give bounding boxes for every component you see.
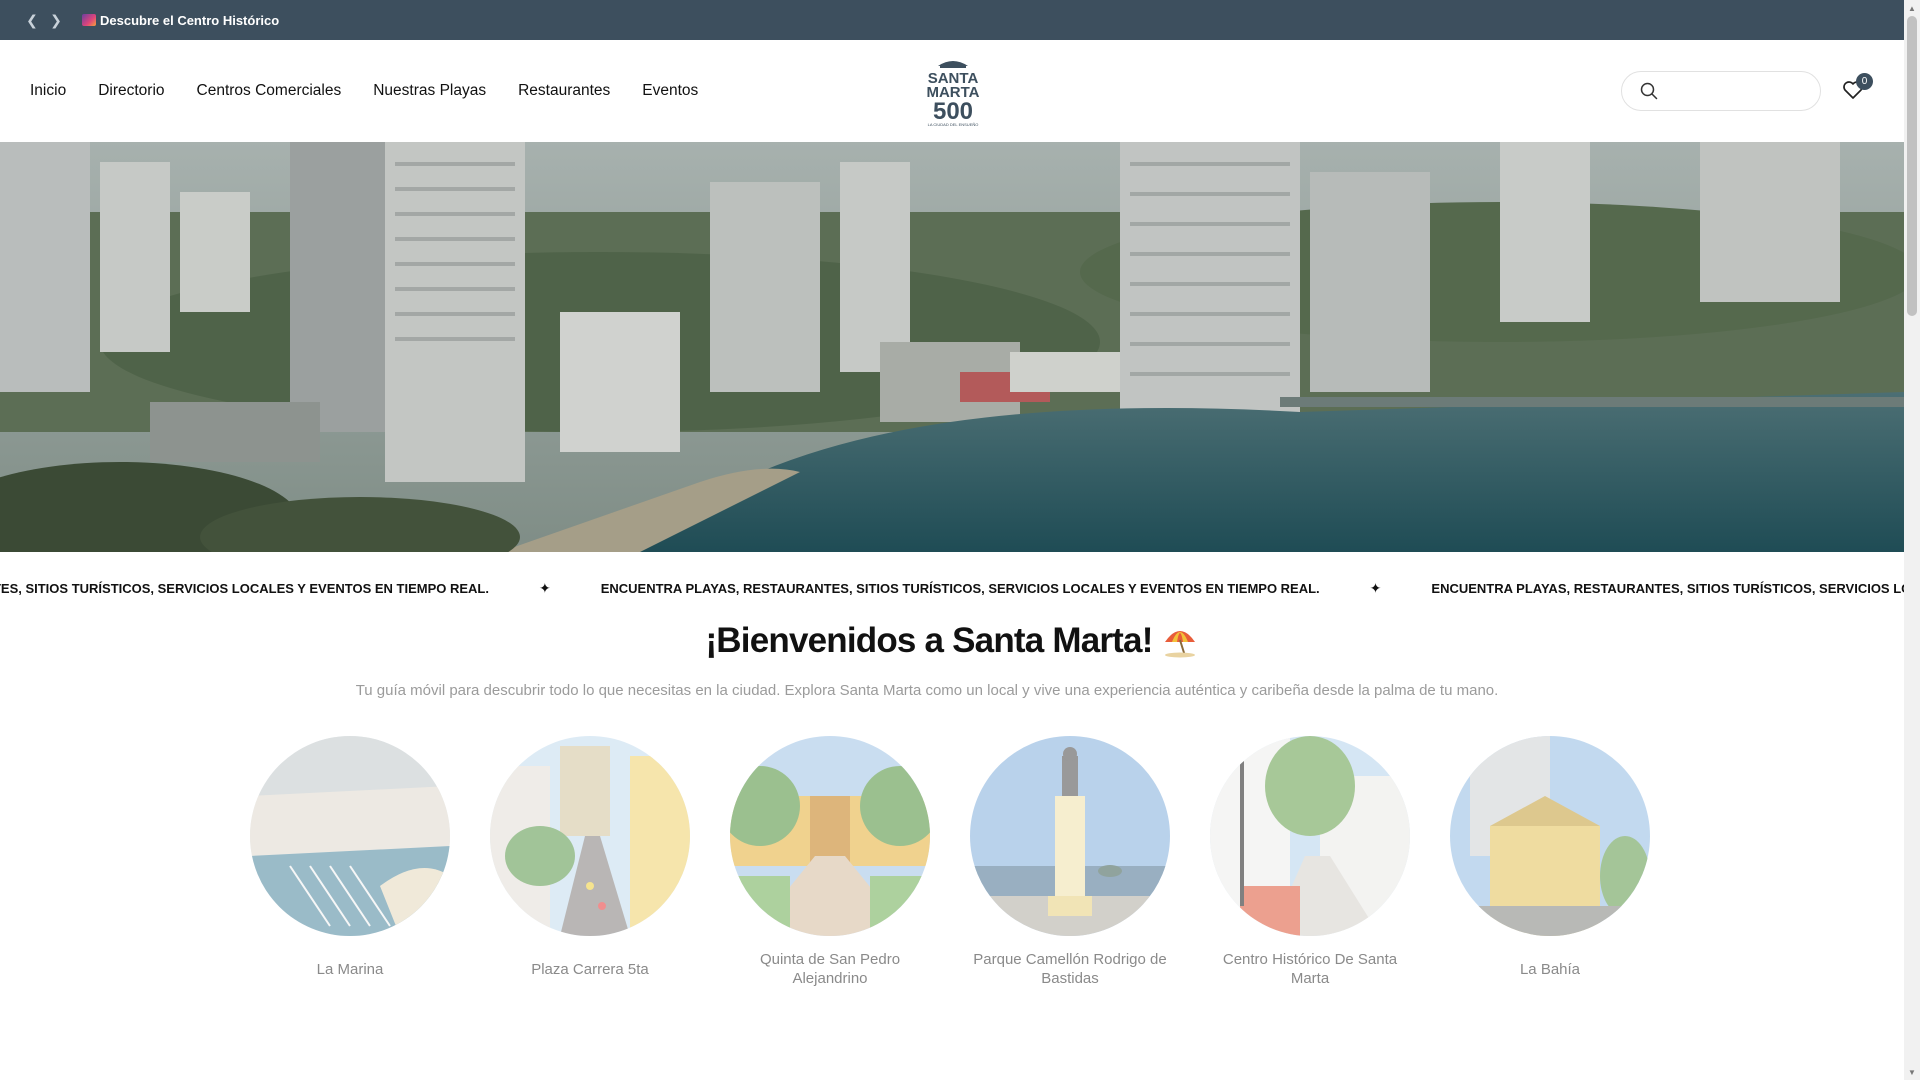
site-header: Inicio Directorio Centros Comerciales Nu… xyxy=(0,40,1904,142)
nav-item-nuestras-playas[interactable]: Nuestras Playas xyxy=(373,82,486,100)
marquee-text: ENCUENTRA PLAYAS, RESTAURANTES, SITIOS T… xyxy=(600,580,1320,596)
page-scrollbar[interactable]: ▲ ▼ xyxy=(1904,0,1920,1080)
place-name: La Bahía xyxy=(1519,960,1581,978)
marquee-text: ENCUENTRA PLAYAS, RESTAURANTES, SITIOS T… xyxy=(1431,580,1904,596)
main-nav: Inicio Directorio Centros Comerciales Nu… xyxy=(30,40,730,142)
place-card-quinta-san-pedro[interactable]: Quinta de San Pedro Alejandrino xyxy=(730,736,930,988)
place-image[interactable] xyxy=(730,736,930,936)
nav-item-centros-comerciales[interactable]: Centros Comerciales xyxy=(197,82,342,100)
place-card-plaza-carrera-5ta[interactable]: Plaza Carrera 5ta xyxy=(490,736,690,988)
place-image[interactable] xyxy=(250,736,450,936)
welcome-title-text: ¡Bienvenidos a Santa Marta! xyxy=(705,621,1153,660)
place-name: Plaza Carrera 5ta xyxy=(531,960,649,978)
announcement-bar: ❮ ❯ Descubre el Centro Histórico xyxy=(0,0,1904,40)
sparkle-icon: ✦ xyxy=(1369,579,1382,596)
scroll-down-arrow-icon[interactable]: ▼ xyxy=(1904,1064,1920,1080)
nav-item-restaurantes[interactable]: Restaurantes xyxy=(518,82,610,100)
place-name: Quinta de San Pedro Alejandrino xyxy=(759,951,901,987)
place-card-parque-camellon[interactable]: Parque Camellón Rodrigo de Bastidas xyxy=(970,736,1170,988)
place-name: La Marina xyxy=(316,960,384,978)
chevron-right-icon[interactable]: ❯ xyxy=(44,0,68,40)
nav-item-eventos[interactable]: Eventos xyxy=(642,82,698,100)
svg-text:LA CIUDAD DEL ENSUEÑO: LA CIUDAD DEL ENSUEÑO xyxy=(928,122,979,127)
search-input[interactable] xyxy=(1668,83,1808,99)
nav-item-inicio[interactable]: Inicio xyxy=(30,82,66,100)
search-box[interactable] xyxy=(1621,71,1821,111)
scrolling-marquee: ENCUENTRA PLAYAS, RESTAURANTES, SITIOS T… xyxy=(0,566,1904,610)
place-card-la-bahia[interactable]: La Bahía xyxy=(1450,736,1650,988)
place-image[interactable] xyxy=(970,736,1170,936)
wishlist-button[interactable]: 0 xyxy=(1842,73,1873,102)
announcement-text: Descubre el Centro Histórico xyxy=(100,12,280,28)
site-logo[interactable]: SANTA MARTA 500 LA CIUDAD DEL ENSUEÑO xyxy=(918,56,988,128)
sparkle-icon: ✦ xyxy=(538,579,551,596)
place-image[interactable] xyxy=(1450,736,1650,936)
scrollbar-thumb[interactable] xyxy=(1907,16,1917,316)
hero-aerial-image xyxy=(0,142,1904,552)
marquee-text: ENCUENTRA PLAYAS, RESTAURANTES, SITIOS T… xyxy=(0,580,489,596)
nav-item-directorio[interactable]: Directorio xyxy=(98,82,164,100)
beach-umbrella-icon xyxy=(1164,631,1195,658)
chevron-left-icon[interactable]: ❮ xyxy=(20,0,44,40)
place-name: Parque Camellón Rodrigo de Bastidas xyxy=(973,951,1167,987)
place-name: Centro Histórico De Santa Marta xyxy=(1222,951,1398,987)
welcome-subtitle: Tu guía móvil para descubrir todo lo que… xyxy=(355,682,1499,699)
place-image[interactable] xyxy=(490,736,690,936)
place-card-la-marina[interactable]: La Marina xyxy=(250,736,450,988)
scroll-up-arrow-icon[interactable]: ▲ xyxy=(1904,0,1920,16)
wishlist-count-badge: 0 xyxy=(1856,73,1873,90)
svg-text:500: 500 xyxy=(933,98,973,125)
place-card-centro-historico[interactable]: Centro Histórico De Santa Marta xyxy=(1210,736,1410,988)
welcome-heading: ¡Bienvenidos a Santa Marta! xyxy=(0,620,1904,661)
search-icon xyxy=(1640,82,1658,100)
announcement-message[interactable]: Descubre el Centro Histórico xyxy=(82,13,279,28)
places-list: La Marina Plaza Carrera 5ta Quinta de Sa… xyxy=(250,736,1650,988)
place-image[interactable] xyxy=(1210,736,1410,936)
hero-banner xyxy=(0,142,1904,552)
fireworks-icon xyxy=(82,14,96,26)
